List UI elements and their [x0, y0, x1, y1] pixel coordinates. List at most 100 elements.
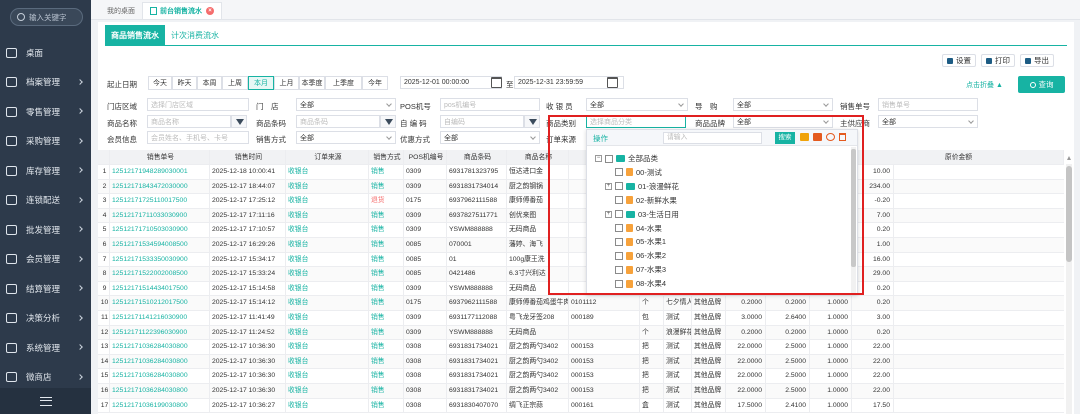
tree-node[interactable]: +03-生活日用 [605, 208, 679, 221]
expand-icon[interactable]: + [605, 210, 612, 218]
tree-node[interactable]: 02-新鲜水果 [605, 194, 677, 207]
promo-select[interactable]: 全部 [440, 131, 540, 144]
barcode-input[interactable]: 商品条码 [296, 115, 380, 128]
start-date-input[interactable]: 2025-12-01 00:00:00 [400, 76, 502, 89]
table-row[interactable]: 13 12512171036284030800 2025-12-17 10:36:3… [98, 340, 1064, 355]
scroll-up-icon[interactable] [1067, 156, 1071, 160]
tree-node[interactable]: +01-浪漫鲜花 [605, 180, 679, 193]
column-header[interactable]: 原价金额 [852, 150, 1064, 165]
checkbox[interactable] [615, 182, 623, 191]
column-header[interactable]: POS机编号 [404, 150, 447, 165]
table-cell-id[interactable]: 12512171514434017500 [110, 281, 210, 297]
table-cell-id[interactable]: 12512171122396030900 [110, 325, 210, 341]
store-area-input[interactable]: 选择门店区域 [147, 98, 249, 111]
column-header[interactable]: 商品条码 [447, 150, 507, 165]
tree-node[interactable]: 06-水果2 [605, 249, 666, 262]
table-cell-id[interactable]: 12512171510212017500 [110, 296, 210, 311]
query-button[interactable]: 查询 [1018, 76, 1065, 93]
sidebar-item-5[interactable]: 连锁配送 [0, 186, 91, 216]
table-cell-id[interactable]: 12512171036284030800 [110, 340, 210, 355]
table-cell-id[interactable]: 12512171036284030800 [110, 384, 210, 399]
brand-select[interactable]: 全部 [733, 115, 833, 128]
sidebar-item-0[interactable]: 桌面 [0, 38, 91, 68]
calendar-icon[interactable] [607, 77, 618, 88]
table-row[interactable]: 1 12512171948289030001 2025-12-18 10:00:41… [98, 165, 1064, 180]
cashier-select[interactable]: 全部 [586, 98, 688, 111]
sale-mode-select[interactable]: 全部 [296, 131, 396, 144]
guide-select[interactable]: 全部 [733, 98, 833, 111]
date-button-5[interactable]: 上月 [274, 76, 299, 90]
checkbox[interactable] [615, 168, 623, 177]
column-header[interactable]: 商品名称 [507, 150, 569, 165]
tree-node[interactable]: 05-水果1 [605, 235, 666, 248]
calendar-icon[interactable] [491, 77, 502, 88]
selfcode-input[interactable]: 自编码 [440, 115, 524, 128]
column-header[interactable]: 销售方式 [369, 150, 404, 165]
tree-node[interactable]: − 全部品类 [595, 152, 658, 165]
column-header[interactable] [98, 150, 110, 165]
table-row[interactable]: 2 12512171843472030000 2025-12-17 18:44:07… [98, 179, 1064, 195]
tree-node[interactable]: 08-水果4 [605, 277, 666, 290]
date-button-4[interactable]: 本月 [248, 76, 274, 90]
member-input[interactable]: 会员姓名、手机号、卡号 [147, 131, 249, 144]
sidebar-toggle[interactable] [0, 388, 91, 414]
sidebar-item-7[interactable]: 会员管理 [0, 245, 91, 275]
popup-search-input[interactable]: 请输入 [663, 132, 762, 144]
date-button-3[interactable]: 上周 [222, 76, 248, 90]
date-button-7[interactable]: 上季度 [325, 76, 362, 90]
table-row[interactable]: 4 12512171711033030900 2025-12-17 17:11:16… [98, 208, 1064, 224]
checkbox[interactable] [605, 154, 613, 163]
table-cell-id[interactable]: 12512171522002008500 [110, 267, 210, 282]
sidebar-item-4[interactable]: 库存管理 [0, 156, 91, 186]
column-header[interactable]: 销售单号 [110, 150, 210, 165]
table-row[interactable]: 15 12512171036284030800 2025-12-17 10:36:3… [98, 369, 1064, 384]
table-row[interactable]: 6 12512171534594008500 2025-12-17 16:29:26… [98, 238, 1064, 253]
column-header[interactable]: 订单来源 [286, 150, 369, 165]
table-row[interactable]: 14 12512171036284030800 2025-12-17 10:36:3… [98, 354, 1064, 370]
tab-sales-flow[interactable]: 前台销售流水 × [142, 2, 222, 19]
tree-node[interactable]: 00-测试 [605, 166, 662, 179]
tab-desktop[interactable]: 我的桌面 [100, 2, 142, 19]
sidebar-search[interactable]: 输入关键字 [10, 8, 83, 26]
table-cell-id[interactable]: 12512171534594008500 [110, 238, 210, 253]
print-button[interactable]: 打印 [981, 54, 1015, 67]
scroll-thumb[interactable] [1066, 166, 1072, 262]
subtab-count-consumption[interactable]: 计次消费流水 [165, 25, 225, 45]
folder-icon[interactable] [813, 133, 822, 141]
column-header[interactable]: 销售时间 [210, 150, 286, 165]
category-input[interactable]: 选择商品分类 [586, 115, 686, 128]
checkbox[interactable] [615, 265, 623, 274]
table-row[interactable]: 10 12512171510212017500 2025-12-17 15:14:1… [98, 296, 1064, 311]
tree-node[interactable]: 04-水果 [605, 222, 662, 235]
table-cell-id[interactable]: 12512171711033030900 [110, 208, 210, 224]
checkbox[interactable] [615, 224, 623, 232]
collapse-link[interactable]: 点击折叠 ▲ [966, 80, 1003, 90]
table-row[interactable]: 16 12512171036284030800 2025-12-17 10:36:3… [98, 384, 1064, 399]
popup-search-button[interactable]: 搜索 [775, 132, 795, 144]
date-button-1[interactable]: 昨天 [172, 76, 197, 90]
sidebar-item-8[interactable]: 结算管理 [0, 274, 91, 304]
popup-scrollbar[interactable] [851, 147, 856, 295]
sidebar-item-1[interactable]: 档案管理 [0, 68, 91, 98]
sidebar-item-2[interactable]: 零售管理 [0, 97, 91, 127]
checkbox[interactable] [615, 237, 623, 246]
checkbox[interactable] [615, 279, 623, 288]
sales-no-input[interactable]: 销售单号 [878, 98, 978, 111]
table-row[interactable]: 7 12512171533350030900 2025-12-17 15:34:17… [98, 252, 1064, 268]
collapse-icon[interactable]: − [595, 155, 602, 162]
sidebar-item-3[interactable]: 采购管理 [0, 127, 91, 157]
table-row[interactable]: 11 12512171141216030900 2025-12-17 11:41:4… [98, 311, 1064, 326]
close-icon[interactable]: × [206, 7, 214, 15]
sidebar-item-6[interactable]: 批发管理 [0, 215, 91, 245]
product-name-input[interactable]: 商品名称 [147, 115, 231, 128]
table-row[interactable]: 9 12512171514434017500 2025-12-17 15:14:58… [98, 281, 1064, 297]
date-button-6[interactable]: 本季度 [299, 76, 325, 90]
store-select[interactable]: 全部 [296, 98, 396, 111]
table-cell-id[interactable]: 12512171533350030900 [110, 252, 210, 268]
table-cell-id[interactable]: 12512171036199030800 [110, 398, 210, 414]
checkbox[interactable] [615, 196, 623, 205]
table-cell-id[interactable]: 12512171710503030900 [110, 223, 210, 238]
table-cell-id[interactable]: 12512171843472030000 [110, 179, 210, 195]
table-cell-id[interactable]: 12512171725110017500 [110, 194, 210, 209]
date-button-0[interactable]: 今天 [148, 76, 172, 90]
